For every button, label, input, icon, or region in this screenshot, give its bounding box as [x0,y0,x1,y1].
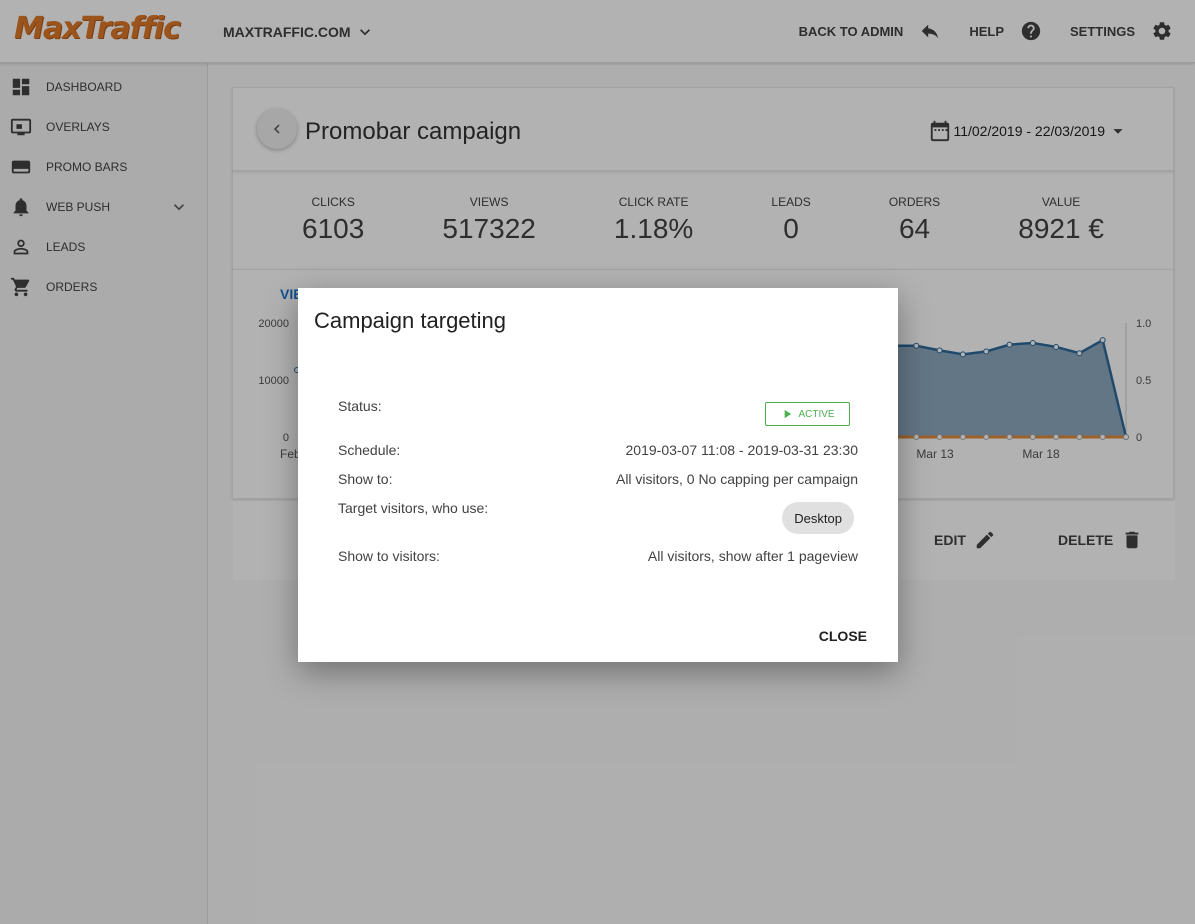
campaign-targeting-dialog: Campaign targeting Status: ACTIVE Schedu… [298,288,898,662]
play-icon [785,409,792,419]
status-badge-label: ACTIVE [798,408,835,420]
show-visitors-label: Show to visitors: [338,548,440,564]
status-badge: ACTIVE [765,402,850,426]
target-label: Target visitors, who use: [338,500,489,516]
device-chip: Desktop [782,502,854,534]
show-to-value: All visitors, 0 No capping per campaign [615,471,858,487]
show-to-label: Show to: [338,471,393,487]
status-label: Status: [338,398,382,414]
schedule-value: 2019-03-07 11:08 - 2019-03-31 23:30 [625,442,858,458]
close-button[interactable]: CLOSE [819,628,867,644]
dialog-title: Campaign targeting [314,308,507,333]
schedule-label: Schedule: [338,442,401,458]
show-visitors-value: All visitors, show after 1 pageview [647,548,858,564]
